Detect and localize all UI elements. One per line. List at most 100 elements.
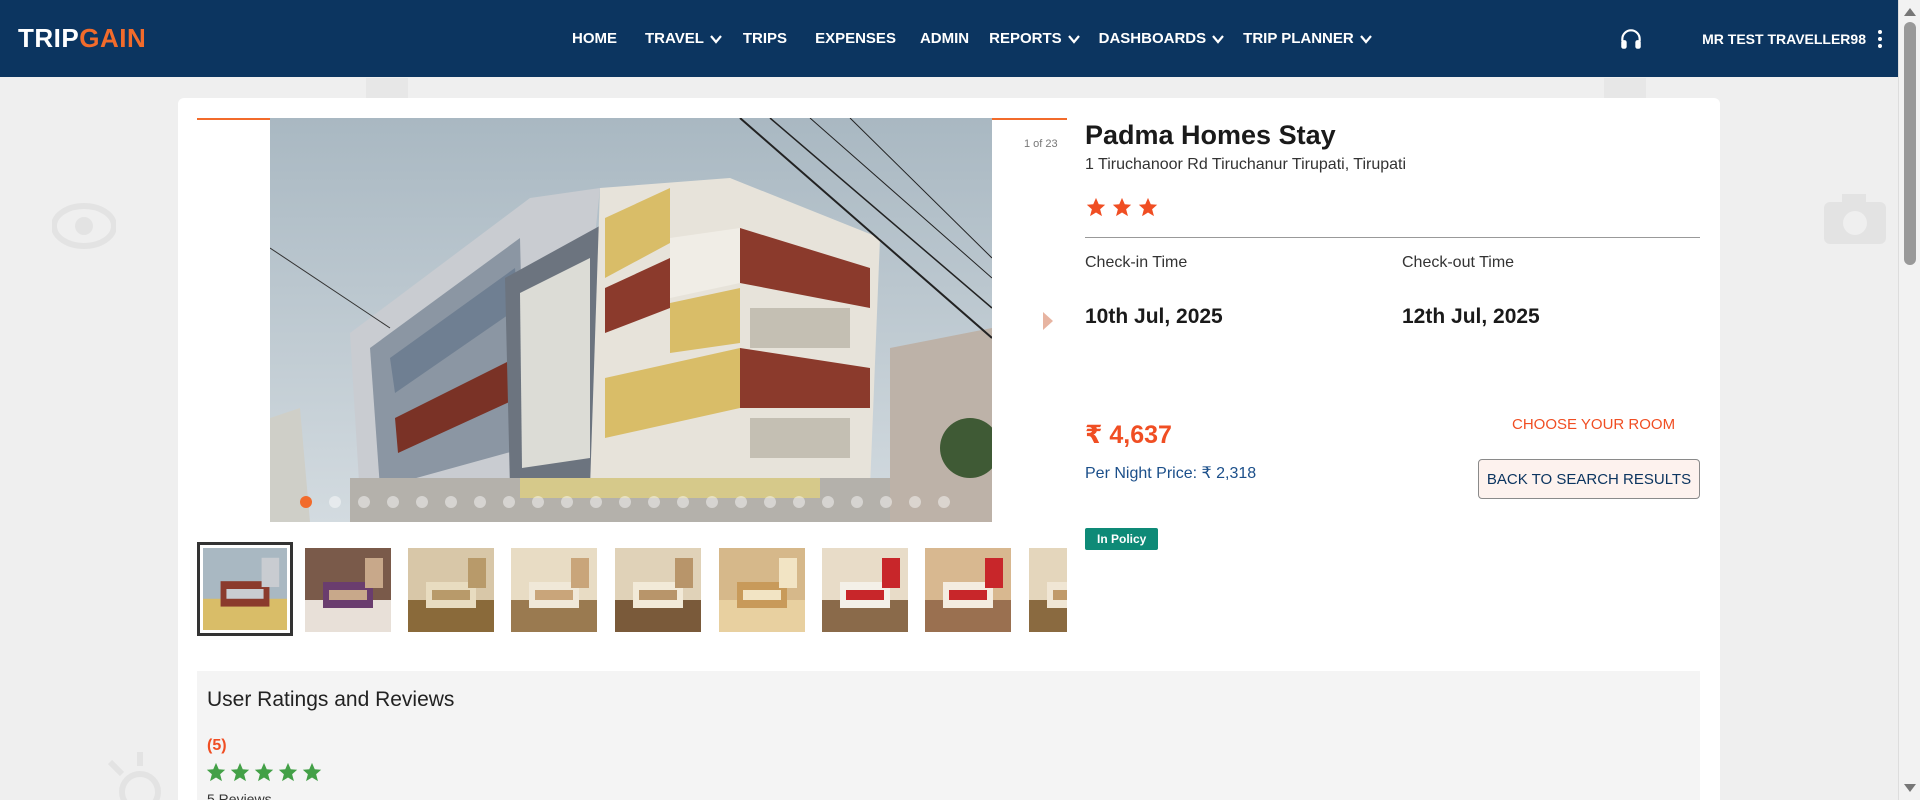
nav-label: HOME: [572, 30, 617, 47]
carousel-dot[interactable]: [416, 496, 428, 508]
tripgain-logo[interactable]: TRIP GAIN: [18, 18, 146, 58]
next-photo-arrow-icon[interactable]: [1043, 312, 1053, 330]
nav-label: TRIPS: [742, 30, 788, 47]
hotel-star-rating: [1085, 196, 1159, 218]
carousel-dot[interactable]: [329, 496, 341, 508]
star-icon: [1086, 197, 1106, 217]
camera-watermark-icon: [1824, 194, 1886, 244]
nav-travel[interactable]: TRAVEL: [645, 30, 723, 47]
nav-home[interactable]: HOME: [572, 30, 617, 47]
user-name[interactable]: MR TEST TRAVELLER98: [1702, 31, 1866, 47]
header-right: MR TEST TRAVELLER98: [1618, 0, 1898, 77]
chevron-down-icon: [1212, 34, 1225, 44]
gallery-accent-line-left: [197, 118, 270, 120]
carousel-dot[interactable]: [561, 496, 573, 508]
nav-admin[interactable]: ADMIN: [920, 30, 969, 47]
thumbnail-living-room[interactable]: [615, 548, 701, 632]
thumbnail-red-bedroom-2[interactable]: [925, 548, 1011, 632]
photo-dots: [300, 496, 950, 508]
nav-reports[interactable]: REPORTS: [989, 30, 1081, 47]
headset-icon[interactable]: [1618, 26, 1644, 52]
camera-watermark-icon: [1604, 78, 1646, 98]
checkin-label: Check-in Time: [1085, 254, 1188, 271]
star-icon: [206, 762, 226, 782]
scroll-up-arrow-icon[interactable]: [1904, 8, 1916, 16]
thumbnail-image: [511, 548, 597, 632]
carousel-dot[interactable]: [880, 496, 892, 508]
thumbnail-corridor[interactable]: [511, 548, 597, 632]
carousel-dot[interactable]: [445, 496, 457, 508]
camera-watermark-icon: [366, 78, 408, 98]
nav-label: EXPENSES: [815, 30, 896, 47]
sun-watermark-icon: [107, 752, 161, 800]
nav-label: ADMIN: [919, 30, 970, 47]
reviews-score: (5): [207, 737, 227, 754]
thumbnail-image: [925, 548, 1011, 632]
main-hotel-photo[interactable]: [270, 118, 992, 522]
thumbnail-red-bedroom[interactable]: [822, 548, 908, 632]
logo-text-trip: TRIP: [18, 22, 80, 53]
nav-trips[interactable]: TRIPS: [743, 30, 787, 47]
page-scrollbar[interactable]: [1898, 0, 1920, 800]
per-night-price: Per Night Price: ₹ 2,318: [1085, 465, 1257, 482]
thumbnail-strip: [197, 542, 1067, 636]
chevron-down-icon: [710, 34, 722, 44]
carousel-dot[interactable]: [474, 496, 486, 508]
thumbnail-sofa-room[interactable]: [719, 548, 805, 632]
reviews-title: User Ratings and Reviews: [207, 688, 455, 711]
thumbnail-image: [305, 548, 391, 632]
carousel-dot[interactable]: [648, 496, 660, 508]
carousel-dot[interactable]: [706, 496, 718, 508]
chevron-down-icon: [1067, 34, 1080, 44]
choose-room-link[interactable]: CHOOSE YOUR ROOM: [1512, 416, 1675, 433]
main-nav: HOME TRAVEL TRIPS EXPENSES ADMIN REPORTS DASHB…: [572, 0, 1373, 77]
scroll-thumb[interactable]: [1904, 22, 1916, 265]
carousel-dot[interactable]: [532, 496, 544, 508]
reviews-count[interactable]: 5 Reviews: [207, 791, 272, 800]
carousel-dot[interactable]: [938, 496, 950, 508]
chevron-down-icon: [1359, 34, 1372, 44]
thumbnail-lobby[interactable]: [408, 548, 494, 632]
kebab-menu-icon[interactable]: [1874, 29, 1886, 49]
carousel-dot[interactable]: [793, 496, 805, 508]
back-to-search-button[interactable]: BACK TO SEARCH RESULTS: [1478, 459, 1700, 499]
thumbnail-corridor-2[interactable]: [1029, 548, 1067, 632]
scroll-down-arrow-icon[interactable]: [1904, 784, 1916, 792]
top-navbar: TRIP GAIN HOME TRAVEL TRIPS EXPENSES ADMIN REP…: [0, 0, 1898, 77]
carousel-dot[interactable]: [387, 496, 399, 508]
carousel-dot[interactable]: [503, 496, 515, 508]
star-icon: [254, 762, 274, 782]
thumbnail-image: [203, 548, 287, 630]
in-policy-badge: In Policy: [1085, 528, 1159, 550]
star-icon: [278, 762, 298, 782]
nav-dashboards[interactable]: DASHBOARDS: [1099, 30, 1226, 47]
star-icon: [1138, 197, 1158, 217]
carousel-dot[interactable]: [822, 496, 834, 508]
carousel-dot[interactable]: [590, 496, 602, 508]
nav-label: REPORTS: [989, 30, 1062, 47]
star-icon: [230, 762, 250, 782]
thumbnail-bedroom[interactable]: [305, 548, 391, 632]
reviews-star-rating: [205, 761, 323, 783]
carousel-dot[interactable]: [851, 496, 863, 508]
checkout-label: Check-out Time: [1402, 254, 1515, 271]
thumbnail-image: [1029, 548, 1067, 632]
hotel-name: Padma Homes Stay: [1085, 120, 1336, 150]
nav-trip-planner[interactable]: TRIP PLANNER: [1243, 30, 1373, 47]
carousel-dot[interactable]: [909, 496, 921, 508]
total-price: ₹ 4,637: [1085, 421, 1172, 449]
carousel-dot[interactable]: [735, 496, 747, 508]
carousel-dot[interactable]: [619, 496, 631, 508]
carousel-dot[interactable]: [677, 496, 689, 508]
carousel-dot[interactable]: [300, 496, 312, 508]
nav-label: TRAVEL: [645, 30, 704, 47]
hotel-address: 1 Tiruchanoor Rd Tiruchanur Tirupati, Ti…: [1085, 156, 1407, 173]
camera-watermark-icon: [52, 203, 116, 249]
carousel-dot[interactable]: [764, 496, 776, 508]
carousel-dot[interactable]: [358, 496, 370, 508]
thumbnail-building[interactable]: [197, 542, 293, 636]
nav-expenses[interactable]: EXPENSES: [815, 30, 896, 47]
photo-counter: 1 of 23: [1024, 138, 1058, 150]
nav-label: DASHBOARDS: [1098, 30, 1207, 47]
nav-label: TRIP PLANNER: [1243, 30, 1354, 47]
